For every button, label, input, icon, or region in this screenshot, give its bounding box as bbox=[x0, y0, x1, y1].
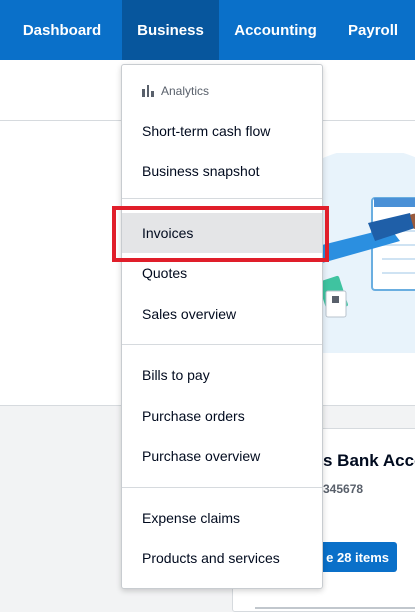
top-nav: Dashboard Business Accounting Payroll bbox=[0, 0, 415, 60]
menu-item-business-snapshot[interactable]: Business snapshot bbox=[122, 151, 322, 191]
bank-account-title: s Bank Acco bbox=[323, 451, 415, 470]
bank-account-number: 345678 bbox=[323, 482, 364, 496]
bar-chart-icon bbox=[142, 85, 155, 97]
analytics-heading-label: Analytics bbox=[161, 84, 210, 98]
menu-item-expense-claims[interactable]: Expense claims bbox=[122, 498, 322, 538]
menu-item-sales-overview[interactable]: Sales overview bbox=[122, 294, 322, 334]
analytics-heading: Analytics bbox=[142, 84, 209, 98]
menu-item-short-term-cash-flow[interactable]: Short-term cash flow bbox=[122, 111, 322, 151]
business-dropdown-menu: Analytics Short-term cash flow Business … bbox=[121, 64, 323, 589]
menu-separator bbox=[122, 344, 322, 345]
highlight-box bbox=[112, 206, 329, 262]
menu-item-purchase-overview[interactable]: Purchase overview bbox=[122, 436, 322, 476]
tab-payroll[interactable]: Payroll bbox=[332, 0, 415, 60]
menu-item-purchase-orders[interactable]: Purchase orders bbox=[122, 396, 322, 436]
card-divider bbox=[255, 607, 415, 609]
menu-separator bbox=[122, 198, 322, 199]
menu-item-products-and-services[interactable]: Products and services bbox=[122, 538, 322, 578]
tab-business[interactable]: Business bbox=[122, 0, 219, 60]
menu-item-bills-to-pay[interactable]: Bills to pay bbox=[122, 355, 322, 395]
tab-accounting[interactable]: Accounting bbox=[219, 0, 332, 60]
tab-dashboard[interactable]: Dashboard bbox=[0, 0, 122, 60]
menu-separator bbox=[122, 487, 322, 488]
